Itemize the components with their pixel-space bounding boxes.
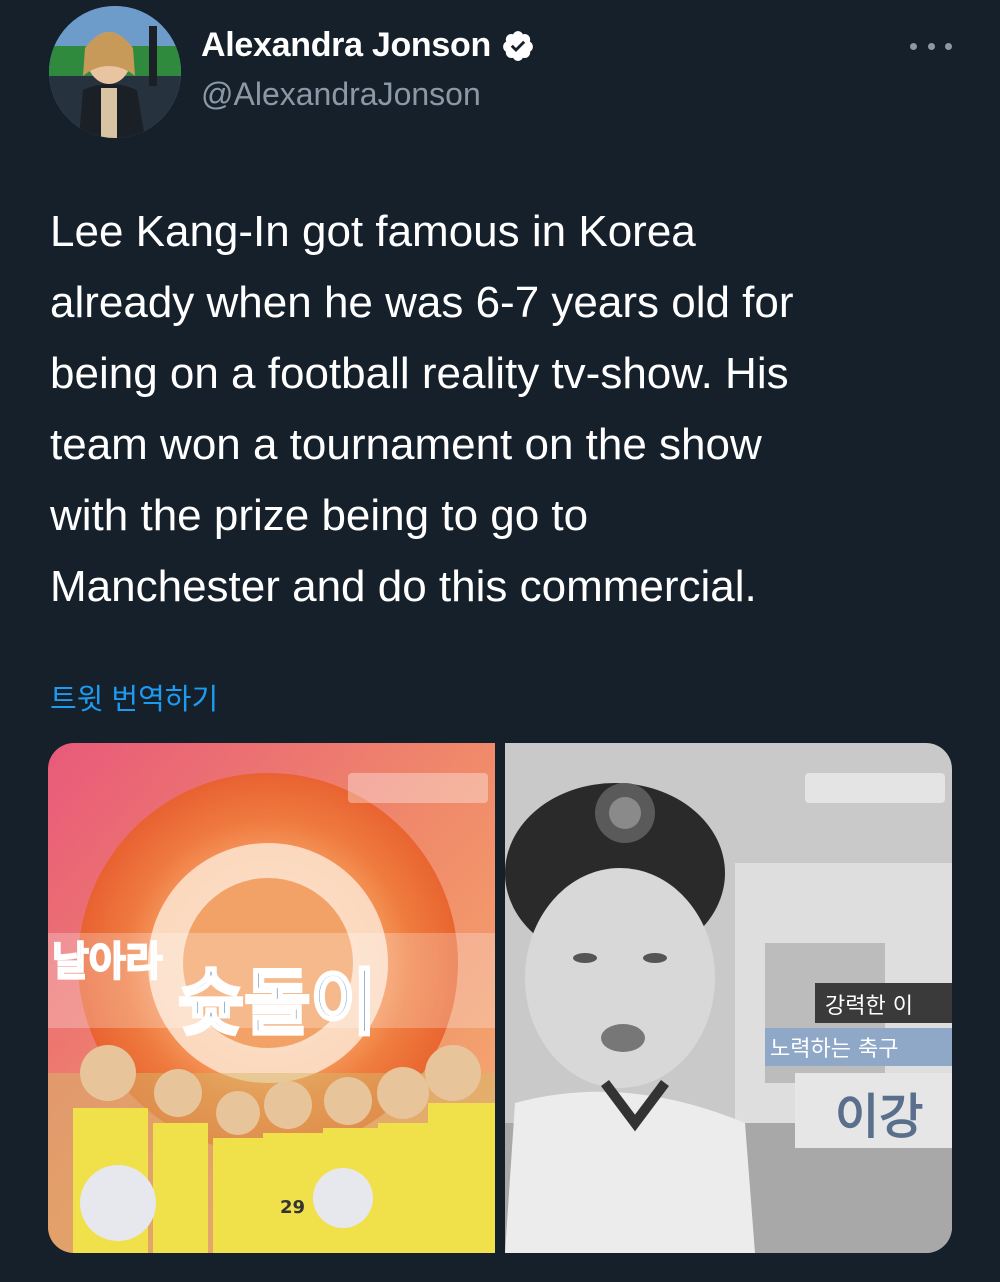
author-avatar[interactable] [49,6,181,138]
show-title: 슛돌이 [178,961,377,1045]
media-image-right[interactable]: 강력한 이 노력하는 축구 이강 [505,743,952,1253]
tweet-media: 날아라 슛돌이 29 강력한 이 노력하는 축구 이강 [48,743,952,1253]
author-handle[interactable]: @AlexandraJonson [201,76,481,113]
more-dot [910,42,917,50]
jersey-number: 29 [280,1197,305,1218]
tweet-text-line: already when he was 6-7 years old for [50,278,794,327]
tv-show-title-image: 날아라 슛돌이 29 [48,743,495,1253]
tweet-text: Lee Kang-In got famous in Korea already … [50,196,970,622]
tweet-text-line: Lee Kang-In got famous in Korea [50,207,696,256]
media-image-left[interactable]: 날아라 슛돌이 29 [48,743,495,1253]
more-dot [927,42,935,50]
translate-tweet-link[interactable]: 트윗 번역하기 [50,676,218,718]
tweet-text-line: team won a tournament on the show [50,420,762,469]
tweet-text-line: with the prize being to go to [50,491,589,540]
child-interview-image: 강력한 이 노력하는 축구 이강 [505,743,952,1253]
verified-badge-icon [501,29,535,63]
caption-line-1: 강력한 이 [825,994,913,1019]
avatar-photo [49,6,181,138]
tweet-text-line: Manchester and do this commercial. [50,562,757,611]
show-title-prefix: 날아라 [52,939,163,985]
author-display-name[interactable]: Alexandra Jonson [201,26,491,65]
more-options-icon[interactable] [910,28,952,64]
caption-name: 이강 [835,1089,923,1145]
more-dot [945,42,952,50]
tweet-text-line: being on a football reality tv-show. His [50,349,789,398]
tweet-card: Alexandra Jonson @AlexandraJonson Lee Ka… [0,0,1000,1282]
caption-line-2: 노력하는 축구 [770,1037,898,1062]
author-name-row[interactable]: Alexandra Jonson [201,26,535,65]
